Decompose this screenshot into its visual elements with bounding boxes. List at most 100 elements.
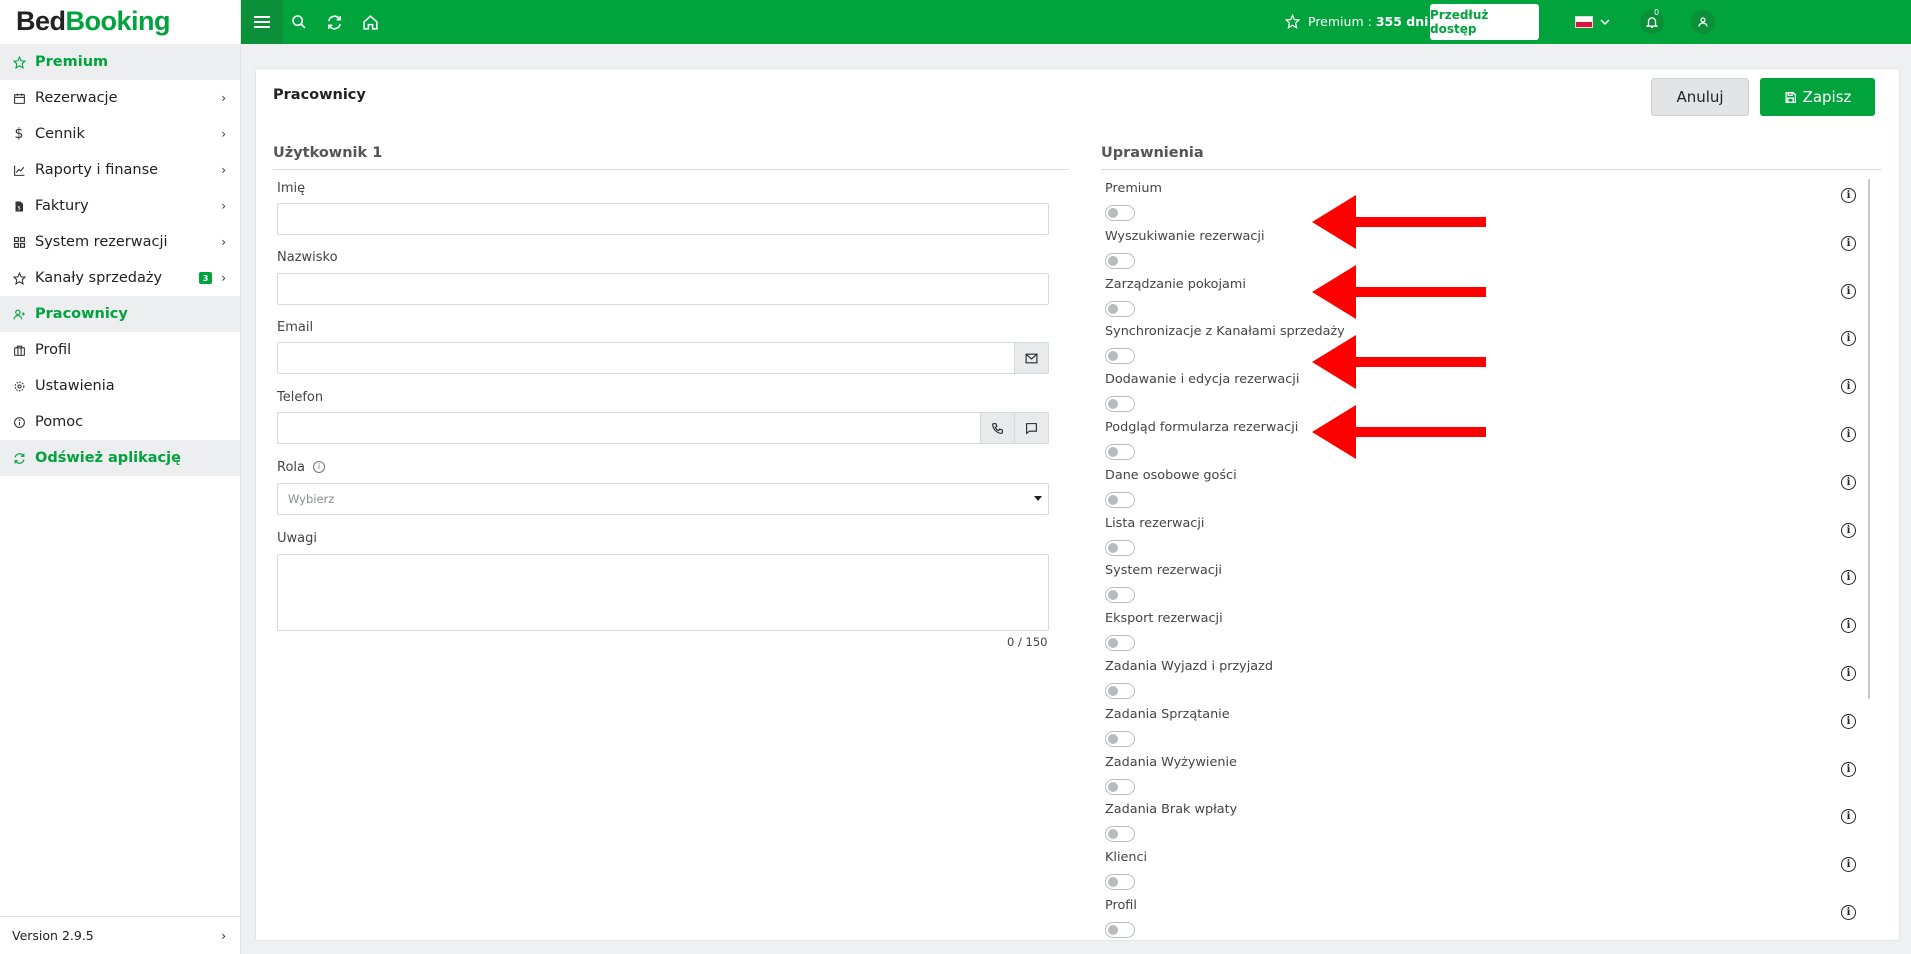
permission-toggle[interactable]	[1105, 874, 1135, 890]
info-icon[interactable]: i	[1841, 188, 1856, 203]
scrollbar[interactable]	[1868, 179, 1870, 699]
sidebar-item-system-rezerwacji[interactable]: System rezerwacji ›	[0, 224, 240, 260]
info-icon[interactable]: i	[1841, 809, 1856, 824]
info-icon[interactable]: i	[1841, 475, 1856, 490]
sidebar-item-pracownicy[interactable]: Pracownicy	[0, 296, 240, 332]
phone-input[interactable]	[277, 412, 1049, 444]
extend-access-button[interactable]: Przedłuż dostęp	[1430, 4, 1539, 40]
premium-status: Premium : 355 dni	[1285, 14, 1428, 29]
sidebar-item-faktury[interactable]: $ Faktury ›	[0, 188, 240, 224]
calendar-icon	[12, 91, 26, 105]
sidebar-item-refresh-app[interactable]: Odśwież aplikację	[0, 440, 240, 476]
permission-label: Zadania Sprzątanie	[1105, 707, 1230, 722]
info-icon[interactable]: i	[1841, 331, 1856, 346]
permission-toggle[interactable]	[1105, 301, 1135, 317]
star-icon	[12, 55, 26, 69]
permission-toggle[interactable]	[1105, 205, 1135, 221]
last-name-label: Nazwisko	[277, 250, 338, 265]
user-menu-button[interactable]	[1691, 10, 1715, 34]
chevron-down-icon[interactable]	[1599, 13, 1611, 32]
info-icon[interactable]: i	[1841, 570, 1856, 585]
chevron-right-icon: ›	[221, 163, 226, 177]
notifications-count: 0	[1654, 8, 1660, 17]
info-icon[interactable]: i	[312, 460, 325, 473]
permission-label: Eksport rezerwacji	[1105, 611, 1223, 626]
permission-toggle[interactable]	[1105, 253, 1135, 269]
sidebar-item-raporty[interactable]: Raporty i finanse ›	[0, 152, 240, 188]
permission-toggle[interactable]	[1105, 731, 1135, 747]
info-icon[interactable]: i	[1841, 379, 1856, 394]
envelope-icon	[1025, 353, 1038, 363]
permission-toggle[interactable]	[1105, 540, 1135, 556]
last-name-input[interactable]	[277, 273, 1049, 305]
sidebar-item-label: Odśwież aplikację	[35, 450, 181, 466]
info-icon[interactable]: i	[1841, 523, 1856, 538]
info-icon[interactable]: i	[1841, 762, 1856, 777]
notes-textarea[interactable]	[277, 554, 1049, 631]
home-button[interactable]	[360, 12, 380, 32]
sidebar-item-premium[interactable]: Premium	[0, 44, 240, 80]
permission-toggle[interactable]	[1105, 587, 1135, 603]
call-button[interactable]	[980, 413, 1014, 443]
permission-toggle[interactable]	[1105, 683, 1135, 699]
refresh-button[interactable]	[324, 12, 344, 32]
info-icon[interactable]: i	[1841, 618, 1856, 633]
sms-button[interactable]	[1014, 413, 1048, 443]
permission-toggle[interactable]	[1105, 492, 1135, 508]
info-icon[interactable]: i	[1841, 236, 1856, 251]
sidebar-item-label: Raporty i finanse	[35, 162, 159, 178]
role-label-row: Rola i	[277, 460, 325, 475]
annotation-arrow-4	[1312, 405, 1486, 459]
logo[interactable]: BedBooking	[0, 0, 240, 44]
annotation-arrow-2	[1312, 265, 1486, 319]
first-name-input[interactable]	[277, 203, 1049, 235]
sidebar-item-label: Profil	[35, 342, 72, 358]
info-icon[interactable]: i	[1841, 427, 1856, 442]
grid-icon	[12, 235, 26, 249]
sidebar-item-ustawienia[interactable]: Ustawienia	[0, 368, 240, 404]
info-icon[interactable]: i	[1841, 284, 1856, 299]
permission-label: Wyszukiwanie rezerwacji	[1105, 229, 1265, 244]
permission-toggle[interactable]	[1105, 444, 1135, 460]
notifications-button[interactable]	[1640, 10, 1664, 34]
info-icon[interactable]: i	[1841, 714, 1856, 729]
sidebar-item-rezerwacje[interactable]: Rezerwacje ›	[0, 80, 240, 116]
premium-days: 355 dni	[1375, 14, 1429, 29]
permission-toggle[interactable]	[1105, 779, 1135, 795]
permission-toggle[interactable]	[1105, 635, 1135, 651]
sidebar-item-kanaly-sprzedazy[interactable]: Kanały sprzedaży 3 ›	[0, 260, 240, 296]
permission-toggle[interactable]	[1105, 922, 1135, 938]
version-info[interactable]: Version 2.9.5 ›	[0, 916, 240, 954]
message-icon	[1026, 422, 1037, 435]
info-icon[interactable]: i	[1841, 666, 1856, 681]
svg-text:$: $	[18, 205, 21, 211]
role-placeholder: Wybierz	[288, 492, 335, 506]
permission-toggle[interactable]	[1105, 826, 1135, 842]
sidebar-item-label: Pracownicy	[35, 306, 128, 322]
floppy-icon	[1785, 91, 1796, 103]
employees-card: Pracownicy Anuluj Zapisz Użytkownik 1 Im…	[255, 68, 1900, 941]
cancel-button[interactable]: Anuluj	[1651, 78, 1749, 116]
info-icon[interactable]: i	[1841, 857, 1856, 872]
info-icon	[12, 415, 26, 429]
sidebar-item-pomoc[interactable]: Pomoc	[0, 404, 240, 440]
permission-label: Zadania Wyżywienie	[1105, 755, 1237, 770]
sidebar-item-cennik[interactable]: $ Cennik ›	[0, 116, 240, 152]
permission-toggle[interactable]	[1105, 396, 1135, 412]
permission-label: Podgląd formularza rezerwacji	[1105, 420, 1299, 435]
version-label: Version 2.9.5	[12, 928, 94, 943]
menu-toggle-button[interactable]	[241, 0, 283, 44]
role-select[interactable]: Wybierz	[277, 483, 1049, 515]
sidebar-item-profil[interactable]: Profil	[0, 332, 240, 368]
poland-flag-icon[interactable]	[1575, 16, 1593, 28]
save-button[interactable]: Zapisz	[1760, 78, 1875, 116]
sidebar-nav: Premium Rezerwacje › $ Cennik › Raporty …	[0, 44, 240, 476]
search-button[interactable]	[289, 12, 309, 32]
chevron-right-icon: ›	[221, 235, 226, 249]
email-input[interactable]	[277, 342, 1049, 374]
send-email-button[interactable]	[1014, 343, 1048, 373]
permission-toggle[interactable]	[1105, 348, 1135, 364]
sidebar-item-label: Cennik	[35, 126, 85, 142]
role-label: Rola	[277, 460, 305, 475]
info-icon[interactable]: i	[1841, 905, 1856, 920]
